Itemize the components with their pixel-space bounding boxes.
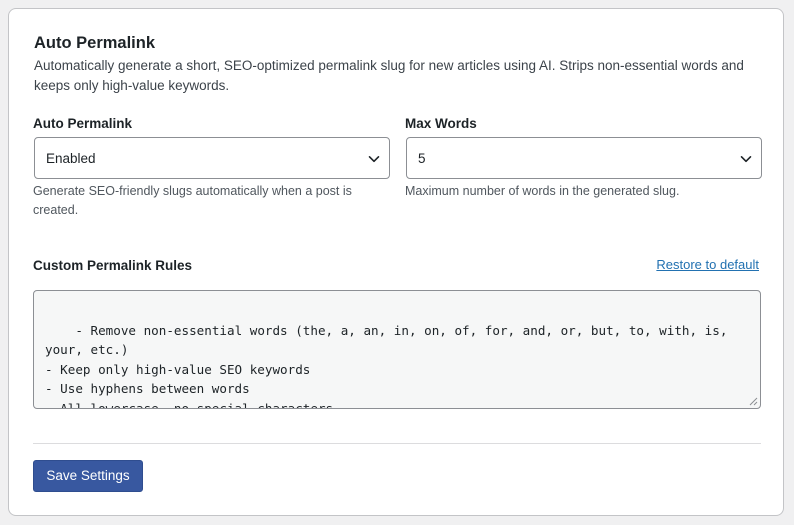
section-description: Automatically generate a short, SEO-opti… bbox=[34, 58, 744, 93]
max-words-select[interactable]: 5 bbox=[406, 137, 762, 179]
section-title: Auto Permalink bbox=[34, 34, 156, 52]
resize-handle-icon[interactable] bbox=[749, 397, 758, 406]
custom-rules-label: Custom Permalink Rules bbox=[33, 258, 193, 273]
auto-permalink-value: Enabled bbox=[46, 151, 96, 166]
divider bbox=[33, 443, 761, 444]
max-words-label: Max Words bbox=[405, 116, 477, 131]
max-words-value: 5 bbox=[418, 151, 426, 166]
save-settings-button[interactable]: Save Settings bbox=[33, 460, 143, 492]
chevron-down-icon bbox=[368, 156, 380, 163]
auto-permalink-label: Auto Permalink bbox=[33, 116, 133, 131]
max-words-help: Maximum number of words in the generated… bbox=[405, 184, 680, 198]
custom-rules-textarea[interactable]: - Remove non-essential words (the, a, an… bbox=[33, 290, 761, 409]
settings-card: Auto Permalink Automatically generate a … bbox=[8, 8, 784, 516]
restore-default-link[interactable]: Restore to default bbox=[656, 256, 759, 274]
auto-permalink-help: Generate SEO-friendly slugs automaticall… bbox=[33, 184, 352, 217]
auto-permalink-select[interactable]: Enabled bbox=[34, 137, 390, 179]
custom-rules-text: - Remove non-essential words (the, a, an… bbox=[45, 322, 728, 409]
chevron-down-icon bbox=[740, 156, 752, 163]
